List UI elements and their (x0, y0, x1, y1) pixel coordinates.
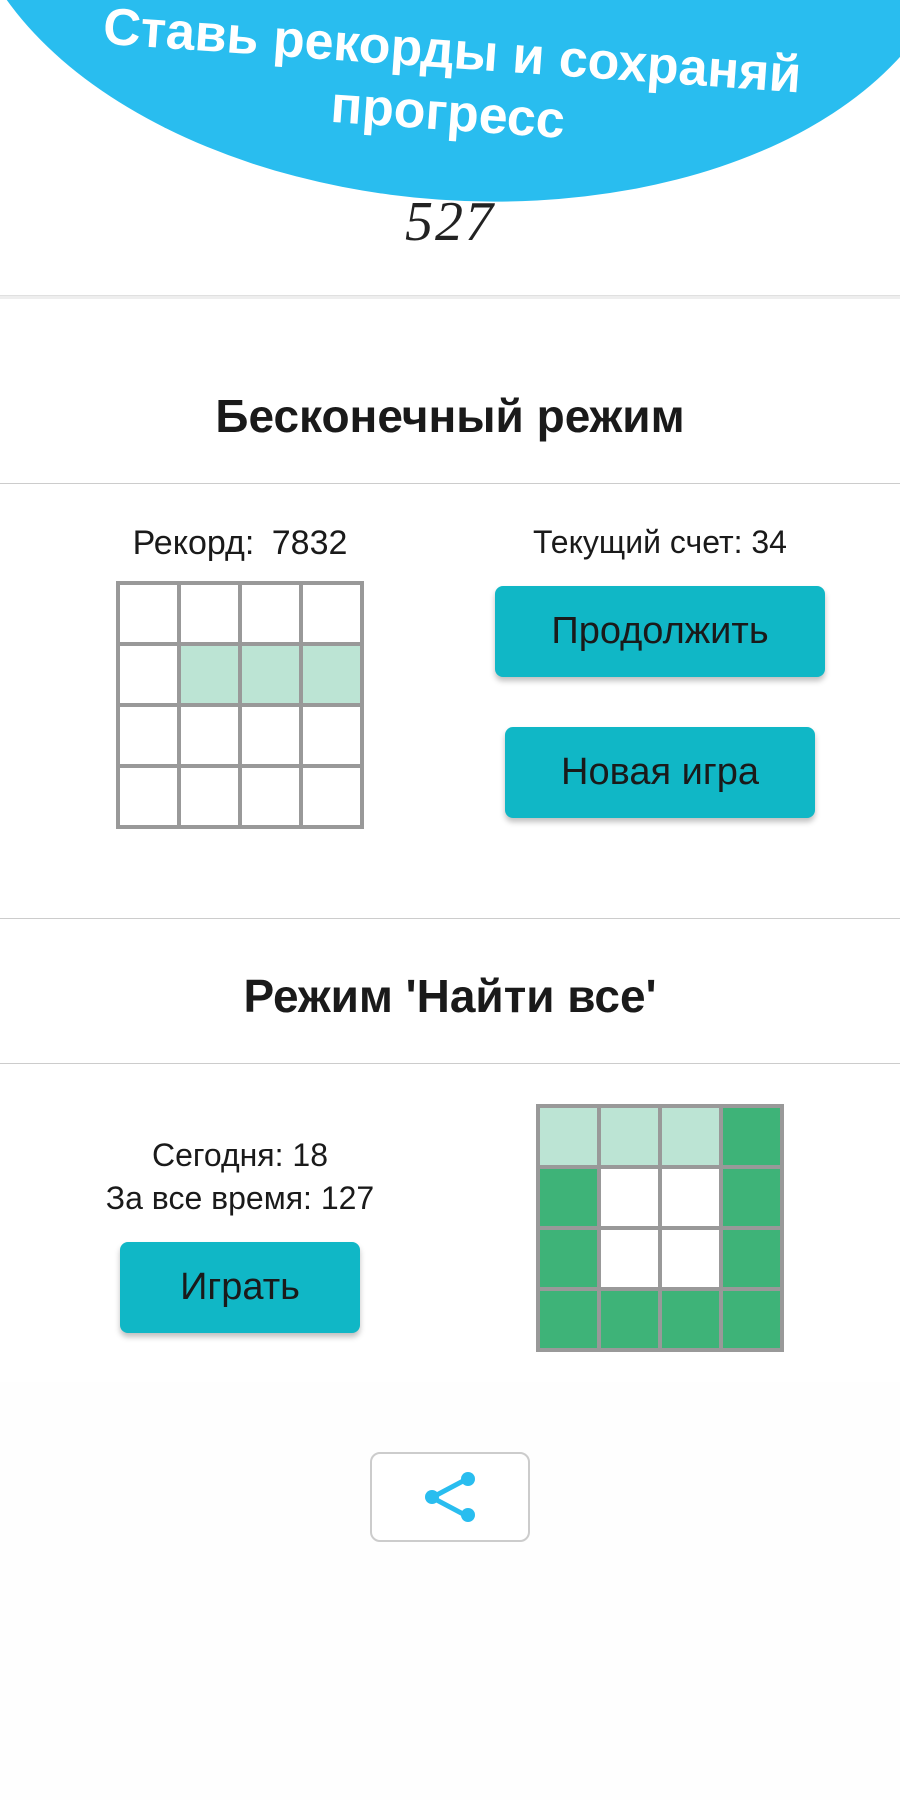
findall-left-col: Сегодня: 18 За все время: 127 Играть (50, 1104, 430, 1333)
grid-cell (181, 646, 238, 703)
grid-cell (303, 768, 360, 825)
grid-cell (540, 1169, 597, 1226)
today-stat: Сегодня: 18 (152, 1134, 328, 1177)
current-score: Текущий счет: 34 (533, 524, 787, 561)
endless-grid-preview (116, 581, 364, 829)
grid-cell (242, 646, 299, 703)
grid-cell (601, 1230, 658, 1287)
findall-grid-preview (536, 1104, 784, 1352)
record-label: Рекорд: (133, 524, 255, 562)
grid-cell (303, 707, 360, 764)
grid-cell (723, 1291, 780, 1348)
grid-cell (723, 1108, 780, 1165)
continue-button[interactable]: Продолжить (495, 586, 825, 677)
alltime-value: 127 (321, 1180, 374, 1216)
share-button[interactable] (370, 1452, 530, 1542)
grid-cell (120, 585, 177, 642)
endless-record: Рекорд: 7832 (133, 524, 348, 563)
grid-cell (120, 707, 177, 764)
endless-mode-section: Бесконечный режим Рекорд: 7832 Текущий с… (0, 299, 900, 918)
record-value: 7832 (272, 524, 348, 562)
endless-mode-body: Рекорд: 7832 Текущий счет: 34 Продолжить… (0, 484, 900, 918)
grid-cell (303, 585, 360, 642)
grid-cell (540, 1108, 597, 1165)
grid-cell (662, 1291, 719, 1348)
hero-number: 527 (0, 190, 900, 254)
play-button[interactable]: Играть (120, 1242, 360, 1333)
grid-cell (662, 1230, 719, 1287)
hero-banner: Ставь рекорды и сохраняй прогресс 527 (0, 0, 900, 295)
endless-right-col: Текущий счет: 34 Продолжить Новая игра (470, 524, 850, 868)
grid-cell (601, 1291, 658, 1348)
grid-cell (181, 707, 238, 764)
alltime-stat: За все время: 127 (106, 1177, 374, 1220)
grid-cell (242, 768, 299, 825)
grid-cell (662, 1169, 719, 1226)
grid-cell (662, 1108, 719, 1165)
grid-cell (242, 707, 299, 764)
today-value: 18 (292, 1137, 328, 1173)
grid-cell (540, 1230, 597, 1287)
grid-cell (303, 646, 360, 703)
endless-left-col: Рекорд: 7832 (50, 524, 430, 829)
grid-cell (181, 768, 238, 825)
findall-mode-title: Режим 'Найти все' (0, 919, 900, 1063)
share-row (0, 1452, 900, 1542)
new-game-button[interactable]: Новая игра (505, 727, 815, 818)
grid-cell (242, 585, 299, 642)
endless-mode-title: Бесконечный режим (0, 299, 900, 483)
grid-cell (120, 768, 177, 825)
findall-mode-section: Режим 'Найти все' Сегодня: 18 За все вре… (0, 919, 900, 1382)
share-icon (425, 1472, 475, 1522)
grid-cell (601, 1108, 658, 1165)
grid-cell (723, 1169, 780, 1226)
findall-mode-body: Сегодня: 18 За все время: 127 Играть (0, 1064, 900, 1382)
findall-right-col (470, 1104, 850, 1352)
grid-cell (181, 585, 238, 642)
grid-cell (601, 1169, 658, 1226)
today-label: Сегодня: (152, 1137, 284, 1173)
alltime-label: За все время: (106, 1180, 312, 1216)
grid-cell (540, 1291, 597, 1348)
grid-cell (120, 646, 177, 703)
grid-cell (723, 1230, 780, 1287)
